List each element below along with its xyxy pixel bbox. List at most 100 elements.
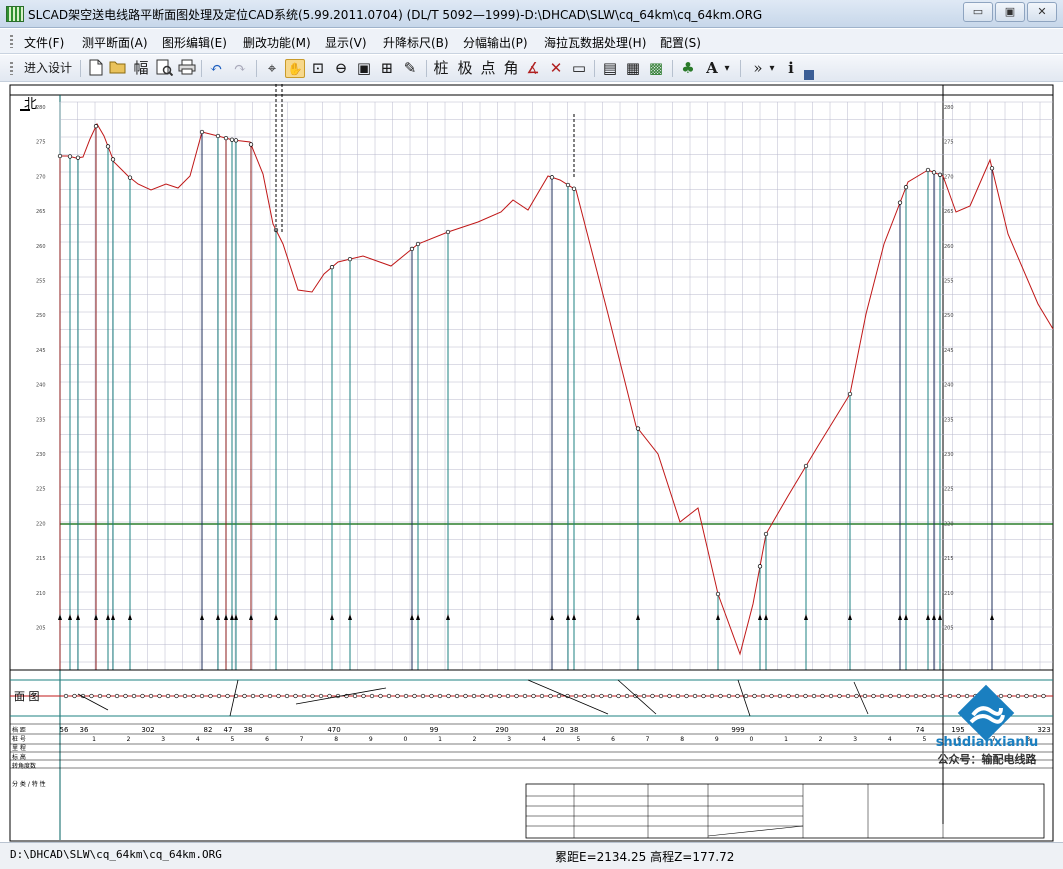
plan-dot: [157, 693, 162, 699]
drawing-canvas[interactable]: 280 280 275 275 270 270 265 265 260 260 255 255 250 2…: [8, 84, 1063, 842]
plan-dot: [803, 693, 808, 699]
plan-dot: [301, 693, 307, 699]
measure-angle-icon[interactable]: ∡: [523, 59, 543, 78]
open-folder-icon[interactable]: [108, 59, 128, 78]
span-value: 999: [731, 726, 744, 734]
minimize-button[interactable]: ▭: [963, 2, 993, 22]
menu-sheet-output[interactable]: 分幅输出(P): [463, 34, 528, 51]
stake-marker: [716, 614, 720, 620]
menu-file[interactable]: 文件(F): [24, 34, 64, 51]
print-preview-icon[interactable]: [154, 59, 174, 78]
km-mark: 2: [473, 736, 477, 743]
menu-graphic-edit[interactable]: 图形编辑(E): [162, 34, 227, 51]
y-axis-label: 260: [36, 244, 46, 250]
printer-icon[interactable]: [177, 59, 197, 78]
plan-dot: [871, 693, 876, 699]
menu-survey-profile[interactable]: 测平断面(A): [82, 34, 148, 51]
text-edit-icon[interactable]: ✎: [400, 59, 420, 78]
y-axis-label-right: 265: [944, 209, 954, 215]
stake-marker: [764, 614, 768, 620]
title-block-diagonal: [707, 825, 804, 837]
export-page-icon[interactable]: ▤: [600, 59, 620, 78]
zoom-window-icon[interactable]: ⊡: [308, 59, 328, 78]
zoom-out-icon[interactable]: ⊖: [331, 59, 351, 78]
toolbar-separator: [594, 60, 595, 77]
stake-point: [925, 167, 931, 173]
toolbar-grip-icon[interactable]: [10, 62, 13, 75]
font-dropdown-icon[interactable]: ▾: [722, 59, 732, 78]
menu-grip-icon[interactable]: [10, 35, 13, 48]
y-axis-label-right: 245: [944, 348, 954, 354]
plan-dot: [471, 693, 477, 699]
toolbar-overflow-icon[interactable]: [804, 70, 814, 80]
sheet-button[interactable]: 幅: [131, 59, 151, 78]
stake-marker: [990, 614, 994, 620]
new-file-icon[interactable]: [86, 59, 106, 78]
tree-icon[interactable]: ♣: [678, 59, 698, 78]
redo-icon[interactable]: ↷: [230, 59, 250, 78]
app-icon[interactable]: [6, 6, 24, 22]
km-mark: 4: [542, 736, 546, 743]
info-icon[interactable]: i: [781, 59, 801, 78]
y-axis-label-right: 225: [944, 487, 954, 493]
toolbar-separator: [201, 60, 202, 77]
plan-dot: [862, 693, 868, 699]
hand-pan-icon[interactable]: ✋: [285, 59, 305, 78]
menu-helava-data[interactable]: 海拉瓦数据处理(H): [544, 34, 646, 51]
crosshair-icon[interactable]: ⌖: [262, 59, 282, 78]
export-table-icon[interactable]: ▦: [623, 59, 643, 78]
stake-marker: [416, 614, 420, 620]
plan-dot: [437, 693, 443, 699]
plan-dot: [514, 693, 519, 699]
undo-icon[interactable]: ↶: [206, 59, 226, 78]
stake-marker: [898, 614, 902, 620]
y-axis-label: 270: [36, 174, 46, 180]
enter-design-button[interactable]: 进入设计: [22, 59, 74, 78]
plan-dot: [769, 693, 774, 699]
point-button[interactable]: 点: [478, 59, 498, 78]
close-button[interactable]: ✕: [1027, 2, 1057, 22]
plan-dot: [854, 693, 859, 699]
stake-point: [233, 138, 239, 143]
km-mark: 1: [92, 736, 96, 743]
plan-dot: [837, 693, 842, 699]
y-axis-label: 225: [36, 487, 46, 493]
stake-marker: [938, 614, 942, 620]
pole-button[interactable]: 极: [455, 59, 475, 78]
menu-display[interactable]: 显示(V): [325, 34, 367, 51]
ruler-icon[interactable]: ▭: [569, 59, 589, 78]
span-value: 470: [327, 726, 340, 734]
toolbar-separator: [672, 60, 673, 77]
chart-icon[interactable]: ▩: [646, 59, 666, 78]
profile-drawing[interactable]: 280 280275 275270 270265 265260 260255 255250 2…: [8, 84, 1063, 842]
plan-dot: [599, 693, 604, 699]
plan-dot: [250, 693, 256, 699]
toolbar-separator: [256, 60, 257, 77]
stake-point: [549, 175, 555, 180]
plan-dot: [191, 693, 196, 699]
pile-button[interactable]: 桩: [431, 59, 451, 78]
restore-button[interactable]: ▣: [995, 2, 1025, 22]
plan-dot: [905, 693, 910, 699]
cross-delete-icon[interactable]: ✕: [546, 59, 566, 78]
more-dropdown-icon[interactable]: ▾: [767, 59, 777, 78]
more-tools-icon[interactable]: »: [748, 59, 768, 78]
menu-config[interactable]: 配置(S): [660, 34, 701, 51]
stake-marker: [224, 614, 228, 620]
angle-button[interactable]: 角: [501, 59, 521, 78]
plan-dot: [743, 693, 749, 699]
font-icon[interactable]: A: [702, 59, 722, 78]
menu-scale[interactable]: 升降标尺(B): [383, 34, 449, 51]
stake-marker: [446, 614, 450, 620]
km-mark: 3: [853, 736, 857, 743]
window-title: SLCAD架空送电线路平断面图处理及定位CAD系统(5.99.2011.0704…: [28, 8, 763, 22]
stake-point: [248, 142, 254, 147]
span-value: 56: [60, 726, 69, 734]
plan-dot: [412, 693, 417, 699]
zoom-all-icon[interactable]: ⊞: [377, 59, 397, 78]
plan-dot: [590, 693, 596, 699]
menu-delete-modify[interactable]: 删改功能(M): [243, 34, 311, 51]
stake-point: [847, 391, 853, 397]
zoom-fit-icon[interactable]: ▣: [354, 59, 374, 78]
plan-dot: [276, 693, 281, 699]
